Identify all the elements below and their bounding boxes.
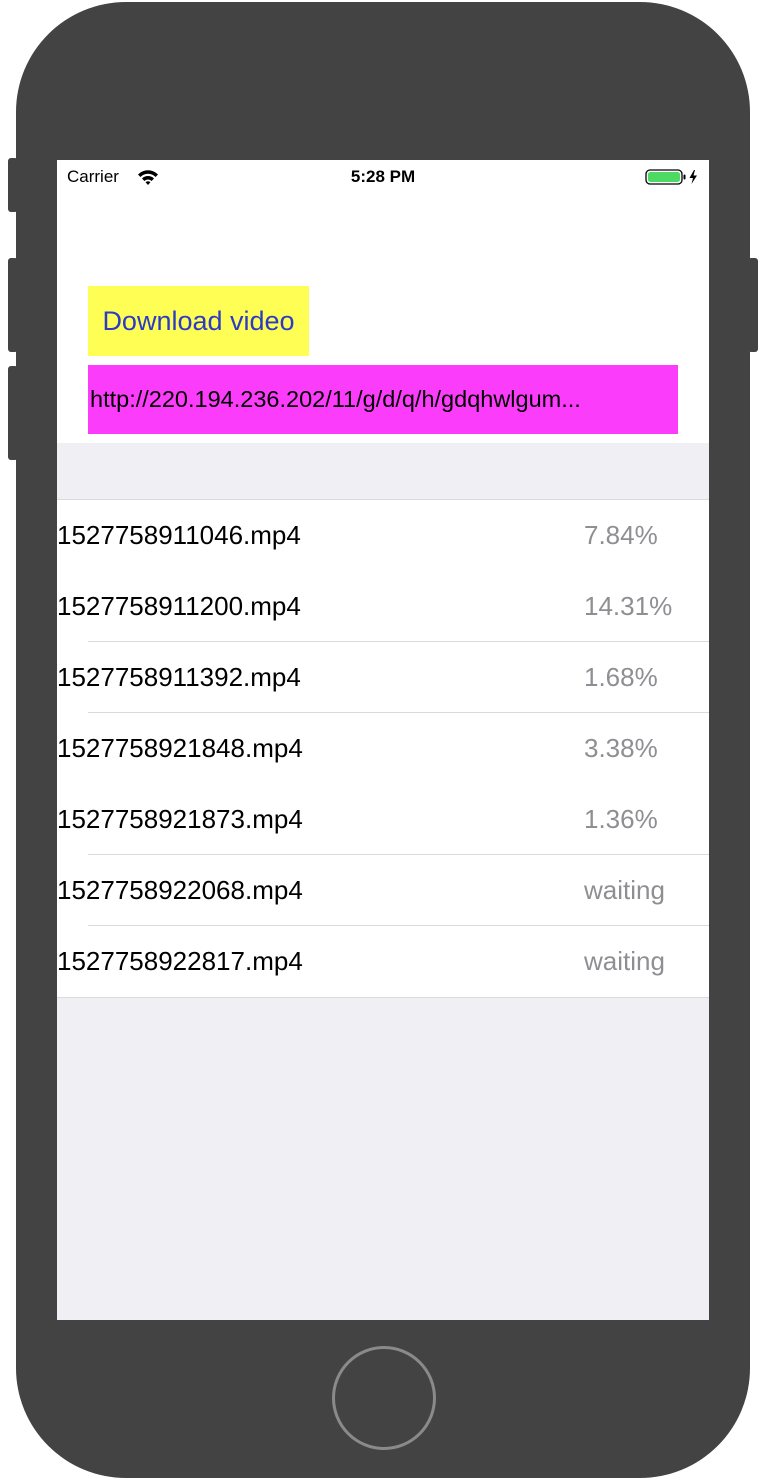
download-row[interactable]: 1527758922817.mp4 waiting xyxy=(57,926,709,997)
download-status: waiting xyxy=(584,946,665,976)
download-progress: 7.84% xyxy=(584,520,658,550)
download-progress: 14.31% xyxy=(584,591,673,621)
status-bar: Carrier 5:28 PM xyxy=(57,160,709,200)
download-status: waiting xyxy=(584,875,665,905)
video-url-field[interactable]: http://220.194.236.202/11/g/d/q/h/gdqhwl… xyxy=(88,365,678,434)
download-header: Download video http://220.194.236.202/11… xyxy=(57,200,709,443)
download-video-button[interactable]: Download video xyxy=(88,286,309,356)
download-progress: 1.68% xyxy=(584,662,658,692)
file-name: 1527758922817.mp4 xyxy=(57,946,303,976)
app-screen: Carrier 5:28 PM Download video http://22… xyxy=(57,160,709,1320)
file-name: 1527758911046.mp4 xyxy=(57,520,301,550)
clock: 5:28 PM xyxy=(350,167,416,186)
battery-icon xyxy=(645,169,697,185)
file-name: 1527758911392.mp4 xyxy=(57,662,301,692)
download-row[interactable]: 1527758922068.mp4 waiting xyxy=(57,855,709,926)
download-row[interactable]: 1527758911200.mp4 14.31% xyxy=(57,571,709,642)
file-name: 1527758921873.mp4 xyxy=(57,804,303,834)
home-button[interactable] xyxy=(332,1346,436,1450)
download-row[interactable]: 1527758911046.mp4 7.84% xyxy=(57,500,709,571)
download-row[interactable]: 1527758921848.mp4 3.38% xyxy=(57,713,709,784)
downloads-list: 1527758911046.mp4 7.84% 1527758911200.mp… xyxy=(57,499,709,998)
download-row[interactable]: 1527758921873.mp4 1.36% xyxy=(57,784,709,855)
charging-bolt-icon xyxy=(689,170,697,184)
download-progress: 1.36% xyxy=(584,804,658,834)
file-name: 1527758921848.mp4 xyxy=(57,733,303,763)
file-name: 1527758922068.mp4 xyxy=(57,875,303,905)
download-progress: 3.38% xyxy=(584,733,658,763)
download-row[interactable]: 1527758911392.mp4 1.68% xyxy=(57,642,709,713)
file-name: 1527758911200.mp4 xyxy=(57,591,301,621)
